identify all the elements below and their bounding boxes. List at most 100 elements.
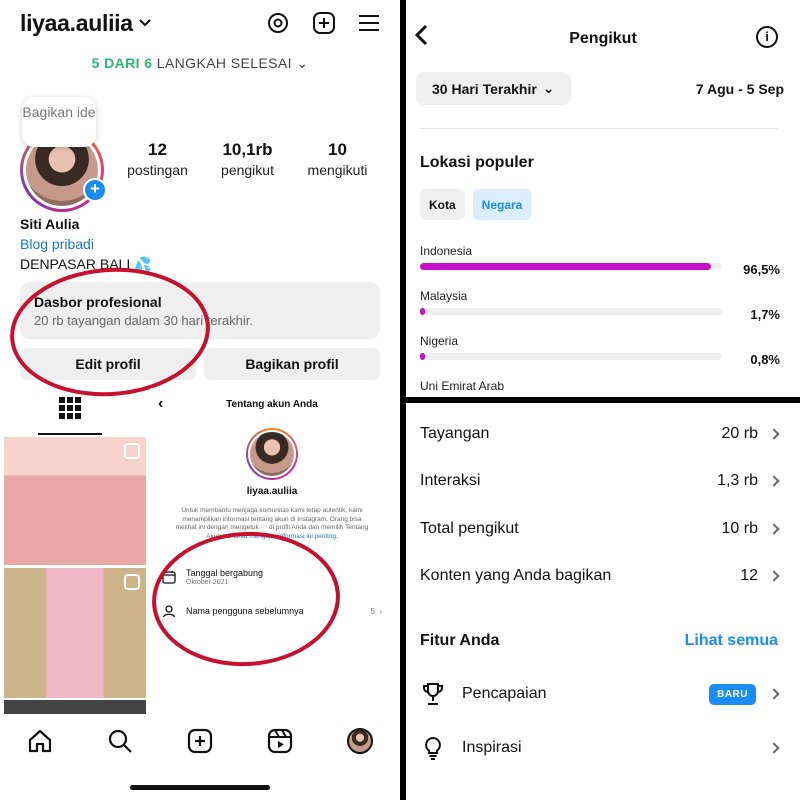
steps-done: 5 DARI 6 — [91, 55, 153, 71]
reel-icon — [124, 574, 140, 590]
followers-header: Pengikut i — [406, 0, 800, 78]
metric-value: 12 — [740, 567, 758, 584]
chevron-right-icon — [768, 688, 780, 700]
chevron-right-icon — [768, 742, 780, 754]
share-idea-bubble[interactable]: Bagikan ide — [22, 97, 96, 147]
country-bar — [420, 353, 722, 360]
country-row: Indonesia 96,5% — [420, 244, 780, 277]
onboarding-steps[interactable]: 5 DARI 6 LANGKAH SELESAI ⌄ — [0, 55, 400, 72]
metric-label: Konten yang Anda bagikan — [420, 567, 612, 584]
feature-row-inspiration[interactable]: Inspirasi — [422, 736, 780, 760]
profile-username[interactable]: liyaa.auliia — [20, 10, 133, 37]
country-percent: 0,8% — [750, 352, 780, 367]
followers-insights-panel: Pengikut i 30 Hari Terakhir ⌄ 7 Agu - 5 S… — [406, 0, 800, 397]
country-name: Indonesia — [420, 244, 473, 258]
profile-stats: 12 postingan 10,1rb pengikut 10 mengikuti — [115, 140, 380, 178]
country-bar-fill — [420, 263, 712, 270]
country-percent: 96,5% — [743, 262, 780, 277]
country-name: Uni Emirat Arab — [420, 379, 505, 393]
country-bar — [420, 263, 722, 270]
period-label: 30 Hari Terakhir — [432, 80, 537, 97]
metric-value: 1,3 rb — [717, 472, 758, 489]
profile-category[interactable]: Blog pribadi — [20, 234, 152, 254]
grid-icon — [59, 397, 81, 419]
create-plus-icon[interactable] — [312, 11, 336, 35]
chip-city[interactable]: Kota — [420, 189, 465, 220]
about-avatar — [246, 428, 298, 480]
post-thumbnail[interactable] — [4, 700, 146, 714]
stat-followers[interactable]: 10,1rb pengikut — [205, 140, 290, 178]
top-locations-title: Lokasi populer — [420, 154, 534, 171]
about-header: ‹ Tentang akun Anda — [150, 388, 394, 420]
stat-following[interactable]: 10 mengikuti — [295, 140, 380, 178]
reel-icon — [124, 443, 140, 459]
back-arrow-icon[interactable] — [414, 24, 430, 46]
country-name: Nigeria — [420, 334, 459, 348]
country-row: Malaysia 1,7% — [420, 289, 780, 322]
profile-header: liyaa.auliia — [20, 8, 380, 38]
annotation-circle — [150, 527, 344, 671]
features-header: Fitur Anda Lihat semua — [420, 632, 778, 650]
add-story-plus-icon[interactable]: + — [83, 178, 107, 202]
chip-country[interactable]: Negara — [472, 189, 532, 220]
profile-bio: Siti Aulia Blog pribadi DENPASAR BALI 💦 — [20, 214, 152, 274]
new-badge: BARU — [709, 683, 756, 705]
followers-title: Pengikut — [569, 30, 637, 47]
account-insights-panel: Tayangan 20 rb Interaksi 1,3 rb Total peng… — [406, 403, 800, 800]
stat-label: postingan — [127, 162, 188, 178]
create-post-icon[interactable] — [185, 726, 215, 756]
country-bar-fill — [420, 353, 425, 360]
about-account-panel: ‹ Tentang akun Anda liyaa.auliia Untuk m… — [150, 388, 394, 714]
profile-avatar-icon[interactable] — [345, 726, 375, 756]
home-icon[interactable] — [25, 726, 55, 756]
chevron-right-icon — [768, 475, 780, 487]
chevron-down-icon[interactable] — [138, 16, 152, 30]
tab-posts-grid[interactable] — [38, 397, 102, 435]
menu-icon[interactable] — [358, 13, 380, 33]
stat-value: 10 — [328, 140, 347, 159]
metric-label: Tayangan — [420, 425, 490, 442]
country-percent: 1,7% — [750, 307, 780, 322]
metric-row-views[interactable]: Tayangan 20 rb — [420, 425, 780, 443]
metric-value: 20 rb — [721, 425, 758, 442]
country-row: Uni Emirat Arab — [420, 379, 780, 393]
metric-row-interactions[interactable]: Interaksi 1,3 rb — [420, 472, 780, 490]
country-bar-fill — [420, 308, 426, 315]
section-separator — [406, 608, 800, 616]
reels-icon[interactable] — [265, 726, 295, 756]
country-bar — [420, 308, 722, 315]
search-icon[interactable] — [105, 726, 135, 756]
previous-usernames-count: 5 › — [370, 606, 382, 616]
metric-row-content[interactable]: Konten yang Anda bagikan 12 — [420, 567, 780, 585]
stat-posts[interactable]: 12 postingan — [115, 140, 200, 178]
chevron-right-icon — [768, 428, 780, 440]
metric-label: Interaksi — [420, 472, 481, 489]
divider — [420, 128, 778, 129]
post-thumbnail[interactable] — [4, 437, 146, 565]
back-arrow-icon[interactable]: ‹ — [158, 395, 163, 413]
chevron-right-icon — [768, 570, 780, 582]
metric-row-followers[interactable]: Total pengikut 10 rb — [420, 520, 780, 538]
chevron-down-icon: ⌄ — [542, 80, 555, 96]
period-dropdown[interactable]: 30 Hari Terakhir ⌄ — [416, 72, 571, 105]
about-title: Tentang akun Anda — [226, 398, 318, 410]
feature-label: Inspirasi — [462, 739, 522, 756]
threads-icon[interactable] — [266, 11, 290, 35]
home-indicator — [130, 785, 270, 790]
chevron-down-icon: ⌄ — [296, 55, 309, 71]
feature-row-achievements[interactable]: Pencapaian BARU — [422, 682, 780, 706]
feature-label: Pencapaian — [462, 685, 547, 702]
post-thumbnail[interactable] — [4, 568, 146, 698]
about-username: liyaa.auliia — [246, 486, 298, 497]
features-title: Fitur Anda — [420, 632, 500, 649]
date-range: 7 Agu - 5 Sep — [695, 80, 784, 97]
stat-label: mengikuti — [307, 162, 368, 178]
see-all-link[interactable]: Lihat semua — [685, 632, 778, 650]
metric-value: 10 rb — [721, 520, 758, 537]
country-row: Nigeria 0,8% — [420, 334, 780, 367]
info-icon[interactable]: i — [756, 26, 778, 48]
chevron-right-icon — [768, 523, 780, 535]
stat-value: 10,1rb — [222, 140, 273, 159]
stat-label: pengikut — [221, 162, 274, 178]
share-profile-button[interactable]: Bagikan profil — [204, 348, 380, 380]
